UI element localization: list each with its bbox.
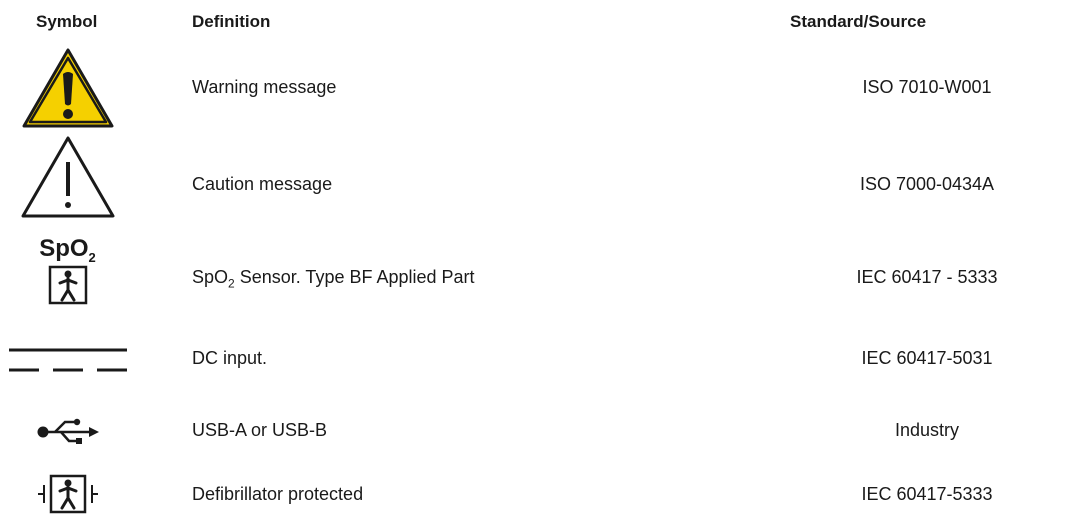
- definition-text: SpO2 Sensor. Type BF Applied Part: [192, 267, 475, 291]
- source-text: IEC 60417-5031: [861, 348, 993, 368]
- table-row: Warning message ISO 7010-W001: [0, 46, 1092, 130]
- definition-text: Defibrillator protected: [192, 484, 364, 504]
- source-text: IEC 60417 - 5333: [856, 267, 998, 287]
- source-text: IEC 60417-5333: [861, 484, 993, 504]
- table-row: Caution message ISO 7000-0434A: [0, 132, 1092, 222]
- header-symbol: Symbol: [36, 12, 98, 31]
- dc-input-icon: [0, 334, 135, 384]
- type-bf-person-icon: [48, 265, 87, 305]
- header-definition: Definition: [192, 12, 271, 31]
- spo2-sensor-type-bf-icon: SpO2: [0, 226, 135, 314]
- source-text: Industry: [894, 420, 960, 440]
- table-row: Defibrillator protected IEC 60417-5333: [0, 472, 1092, 516]
- table-row: DC input. IEC 60417-5031: [0, 334, 1092, 384]
- spo2-label: SpO2: [39, 235, 96, 265]
- definition-text: Caution message: [192, 174, 333, 194]
- defibrillator-protected-icon: [0, 472, 135, 516]
- table-row: SpO2 SpO2 Sensor. Type BF Applied Part I…: [0, 226, 1092, 314]
- table-row: USB-A or USB-B Industry: [0, 410, 1092, 454]
- definition-text: USB-A or USB-B: [192, 420, 328, 440]
- source-text: ISO 7010-W001: [862, 77, 992, 97]
- definition-text: Warning message: [192, 77, 337, 97]
- definition-text: DC input.: [192, 348, 268, 368]
- caution-triangle-outline-icon: [0, 132, 135, 222]
- warning-triangle-yellow-icon: [0, 46, 135, 130]
- usb-icon: [0, 410, 135, 454]
- source-text: ISO 7000-0434A: [859, 174, 995, 194]
- header-source: Standard/Source: [790, 12, 927, 31]
